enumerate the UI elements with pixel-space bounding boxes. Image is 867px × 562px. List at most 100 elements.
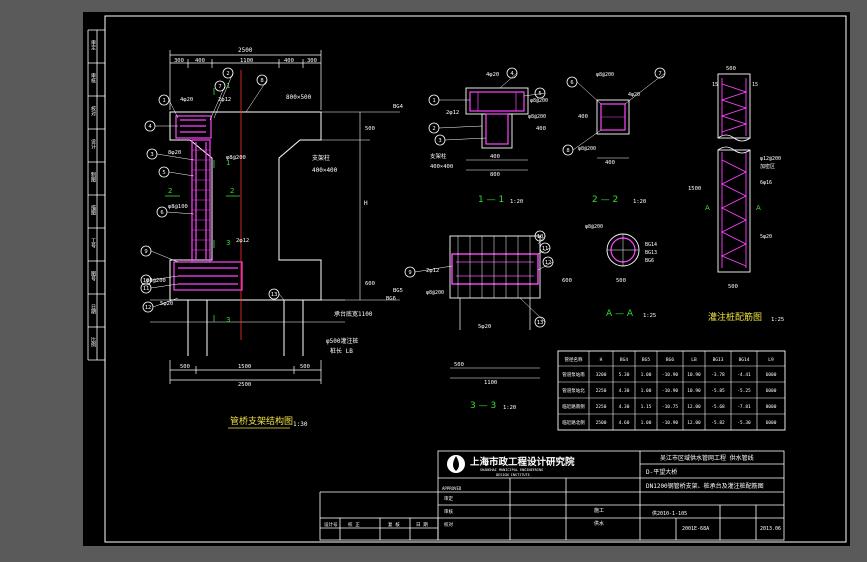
project-sub: D-平望大桥 [646, 468, 677, 476]
pile-note-2: 桩长 LB [330, 347, 353, 355]
table-header: BG5 [642, 357, 650, 363]
institute-logo [447, 455, 465, 473]
title-block-bottom-label: 日 期 [416, 522, 428, 528]
s1-dim-800: 800 [490, 172, 500, 178]
table-header: H [600, 357, 603, 363]
pile-dim-top: 500 [726, 66, 736, 72]
sa-bg6: BG6 [645, 258, 654, 264]
table-cell: -10.90 [662, 388, 679, 394]
title-block-row-label: 审定 [444, 495, 453, 502]
section-3-scale: 1:20 [503, 405, 516, 411]
pile-note-1: φ500灌注桩 [326, 337, 358, 345]
table-cell: -10.90 [662, 420, 679, 426]
cut-2-right: 2 [230, 187, 234, 195]
title-block-bottom-label: 复 核 [388, 521, 400, 528]
s1-rebar-stirrup-2: φ8@200 [528, 114, 546, 120]
callout-number: 7 [218, 84, 221, 90]
side-strip-label: 制图 [90, 171, 96, 183]
s1-rebar-top: 4φ20 [486, 72, 499, 78]
project-name: 吴江市区域供水管网工程 供水管线 [660, 454, 754, 462]
table-cell: 3200 [596, 372, 607, 378]
callout-number: 1 [432, 98, 435, 104]
sa-rebar: φ8@200 [585, 224, 603, 230]
callout-number: 11 [143, 286, 150, 292]
sa-dim-500: 500 [616, 278, 626, 284]
table-cell: -10.75 [662, 404, 679, 410]
table-cell: -4.41 [737, 372, 751, 378]
pile-dim-bottom: 500 [728, 284, 738, 290]
drawing-date: 2013.06 [760, 526, 781, 532]
callout-number: 8 [260, 78, 263, 84]
section-1-title: 1 — 1 [478, 195, 504, 205]
cut-2-left: 2 [168, 187, 172, 195]
rebar-stirrup-a: φ8@200 [226, 155, 246, 161]
table-cell: 1.00 [641, 372, 652, 378]
rebar-2d12-b: 2φ12 [236, 238, 249, 244]
title-block-row-labels: 审定审核校对 [444, 495, 453, 528]
cad-viewport[interactable]: 审定 审核 校对 设计 制图 描图 工号 图号 日期 比例 2500 300 400 1100 4… [0, 0, 867, 562]
callout-number: 2 [432, 126, 435, 132]
title-block-bottom-label: 设计号 [324, 521, 338, 528]
s1-dim-400: 400 [490, 154, 500, 160]
approve-label: APPROVED [442, 486, 462, 491]
s1-pier-size: 400×400 [430, 164, 453, 170]
s3-rebar-5d20: 5φ20 [478, 324, 491, 330]
title-block-row-label: 校对 [444, 521, 453, 528]
table-header: BG13 [713, 357, 724, 363]
s2-dim-h: 400 [605, 160, 615, 166]
pile-rebar-dense: 加密区 [760, 163, 775, 170]
side-strip-label: 工号 [90, 238, 96, 249]
side-strip-label: 审定 [90, 39, 96, 51]
institute-name-en: SHANGHAI MUNICIPAL ENGINEERING [480, 468, 543, 472]
table-cell: 临近路北侧 [562, 419, 585, 426]
dim-500-v: 500 [365, 126, 375, 132]
s2-rebar-stirrup: φ8@200 [596, 72, 614, 78]
table-cell: 6000 [766, 372, 777, 378]
callout-number: 6 [160, 210, 163, 216]
work-number: 供2010-1-105 [652, 510, 687, 517]
table-header: LB [691, 357, 697, 363]
pier-size-label: 400×400 [312, 167, 338, 174]
drawing-title: DN1200钢管桥支架、桩承台及灌注桩配筋图 [646, 482, 764, 490]
pile-rebar-5d20: 5φ20 [760, 234, 772, 240]
callout-number: 1 [162, 98, 165, 104]
title-block-bottom-label: 校 正 [348, 521, 360, 528]
beam-size-label: 800×500 [286, 94, 312, 101]
dim-300-b: 300 [307, 58, 317, 64]
s1-dim-400-v: 400 [536, 126, 546, 132]
side-strip-label: 比例 [90, 336, 96, 348]
table-cell: 4.30 [619, 404, 630, 410]
table-cell: 2250 [596, 388, 607, 394]
s2-dim-v: 400 [578, 114, 588, 120]
institute-name-en-2: DESIGN INSTITUTE [496, 473, 530, 477]
dim-600-v: 600 [365, 281, 375, 287]
table-header: L9 [768, 357, 774, 363]
table-cell: -10.90 [662, 372, 679, 378]
callout-number: 9 [144, 249, 147, 255]
section-a-scale: 1:25 [643, 313, 656, 319]
table-cell: -3.78 [711, 372, 725, 378]
table-cell: 10.90 [687, 372, 701, 378]
callout-number: 12 [145, 305, 152, 311]
table-cell: 1.15 [641, 404, 652, 410]
table-cell: 8000 [766, 404, 777, 410]
side-strip-label: 校对 [90, 105, 96, 116]
rebar-4d20: 4φ20 [180, 97, 193, 103]
elev-bg5: BG5 [393, 288, 403, 294]
elev-bg4: BG4 [393, 104, 404, 110]
callout-number: 3 [438, 138, 441, 144]
cut-3-bottom: 3 [226, 316, 230, 324]
dim-1500-bottom: 1500 [238, 364, 251, 370]
table-header: 管径名称 [565, 356, 583, 363]
pile-cut-a-right: A [756, 204, 761, 212]
s1-rebar-side: 2φ12 [446, 110, 459, 116]
main-view-title: 管桥支架结构图 [230, 415, 293, 427]
table-cell: 临近路南侧 [562, 403, 585, 410]
table-cell: 6000 [766, 420, 777, 426]
callout-number: 3 [150, 152, 153, 158]
callout-number: 13 [271, 292, 278, 298]
callout-number: 5 [162, 170, 165, 176]
cut-3-top: 3 [226, 239, 230, 247]
table-cell: 2500 [596, 420, 607, 426]
callout-number: 11 [542, 246, 549, 252]
